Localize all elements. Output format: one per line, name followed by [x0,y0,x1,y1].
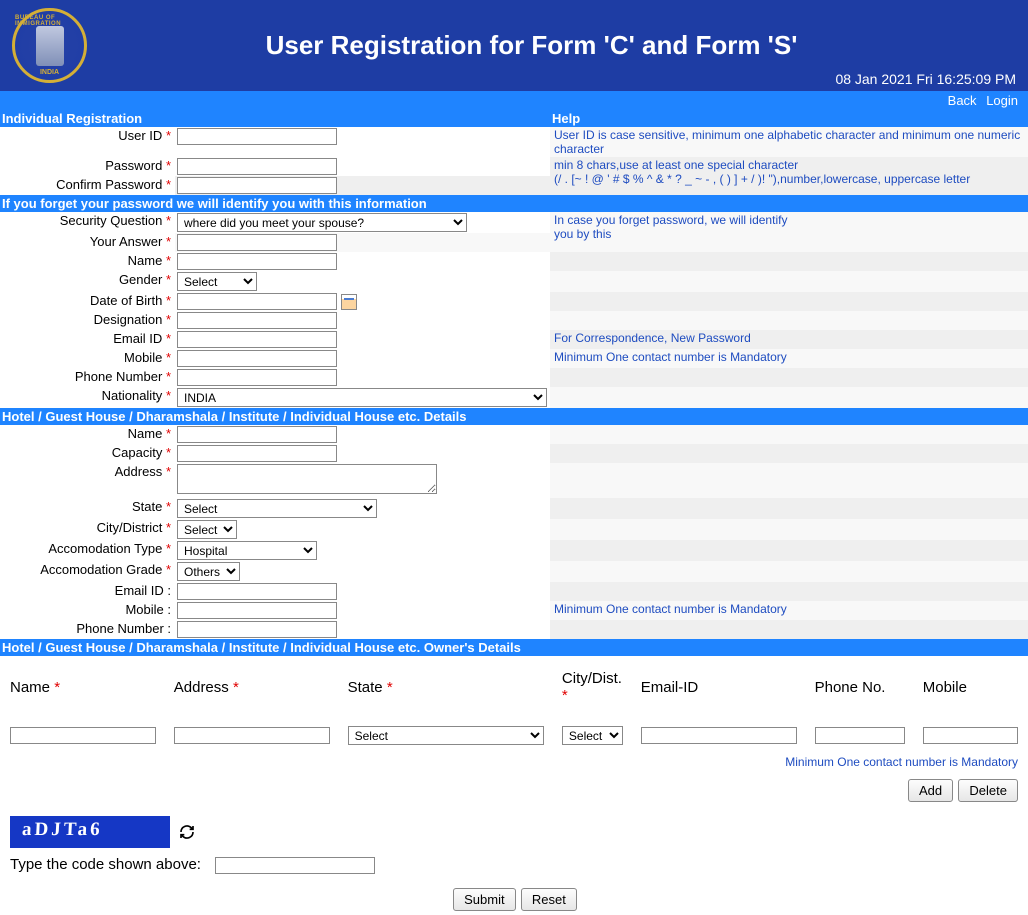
label-mobile: Mobile [124,350,162,365]
label-gender: Gender [119,272,162,287]
accomodation-grade-select[interactable]: Others [177,562,240,581]
capacity-input[interactable] [177,445,337,462]
label-hemail: Email ID : [115,583,171,598]
label-name: Name [128,253,163,268]
userid-input[interactable] [177,128,337,145]
owner-city-select[interactable]: Select [562,726,623,745]
captcha-text: aDJTa6 [21,819,103,841]
captcha-input[interactable] [215,857,375,874]
help-secq: In case you forget password, we will ide… [550,212,1028,252]
add-button[interactable]: Add [908,779,953,802]
help-hmobile: Minimum One contact number is Mandatory [550,601,1028,620]
label-acctype: Accomodation Type [48,541,162,556]
security-question-select[interactable]: where did you meet your spouse? [177,213,467,232]
label-phone: Phone Number [75,369,162,384]
nationality-select[interactable]: INDIA [177,388,547,407]
section-forgot: If you forget your password we will iden… [0,195,1028,212]
label-state: State [132,499,162,514]
emblem-text-bottom: INDIA [40,69,59,76]
city-select[interactable]: Select [177,520,237,539]
owner-th-mobile: Mobile [923,679,967,696]
label-email: Email ID [113,331,162,346]
owner-th-email: Email-ID [641,679,699,696]
emblem-pillar [36,26,64,66]
owner-phone-input[interactable] [815,727,905,744]
page-header: BUREAU OF IMMIGRATION INDIA User Registr… [0,0,1028,91]
form-individual: Individual Registration Help User ID * U… [0,110,1028,656]
owner-th-city: City/Dist. [562,670,622,687]
owner-th-address: Address [174,679,229,696]
section-help: Help [550,110,1028,127]
mobile-input[interactable] [177,350,337,367]
section-individual: Individual Registration [0,110,550,127]
label-password: Password [105,158,162,173]
label-answer: Your Answer [90,234,163,249]
label-confirm: Confirm Password [56,177,162,192]
calendar-icon[interactable] [341,294,357,310]
phone-input[interactable] [177,369,337,386]
label-hmobile: Mobile : [125,602,171,617]
hotel-phone-input[interactable] [177,621,337,638]
owner-th-name: Name [10,679,50,696]
owner-address-input[interactable] [174,727,330,744]
owner-buttons: Add Delete [0,775,1028,806]
submit-button[interactable]: Submit [453,888,515,911]
owner-table: Name * Address * State * City/Dist. * Em… [0,664,1028,749]
owner-th-phone: Phone No. [815,679,886,696]
emblem-logo: BUREAU OF IMMIGRATION INDIA [12,8,87,83]
label-dob: Date of Birth [90,293,162,308]
help-email: For Correspondence, New Password [550,330,1028,349]
answer-input[interactable] [177,234,337,251]
label-accgrade: Accomodation Grade [40,562,162,577]
timestamp: 08 Jan 2021 Fri 16:25:09 PM [835,71,1016,87]
breadcrumb: Back Login [0,91,1028,110]
label-userid: User ID [118,128,162,143]
label-address: Address [115,464,163,479]
help-password: min 8 chars,use at least one special cha… [550,157,1028,195]
label-secq: Security Question [60,213,163,228]
refresh-icon[interactable] [179,824,195,840]
owner-mobile-input[interactable] [923,727,1018,744]
label-hphone: Phone Number : [76,621,171,636]
designation-input[interactable] [177,312,337,329]
owner-email-input[interactable] [641,727,797,744]
hotel-name-input[interactable] [177,426,337,443]
help-userid: User ID is case sensitive, minimum one a… [550,127,1028,157]
accomodation-type-select[interactable]: Hospital [177,541,317,560]
password-input[interactable] [177,158,337,175]
email-input[interactable] [177,331,337,348]
hotel-mobile-input[interactable] [177,602,337,619]
reset-button[interactable]: Reset [521,888,577,911]
owner-contact-note: Minimum One contact number is Mandatory [0,749,1028,775]
owner-th-state: State [348,679,383,696]
section-hotel: Hotel / Guest House / Dharamshala / Inst… [0,408,1028,425]
captcha-label: Type the code shown above: [10,856,1018,874]
emblem-text-top: BUREAU OF IMMIGRATION [15,15,84,27]
confirm-password-input[interactable] [177,177,337,194]
name-input[interactable] [177,253,337,270]
hotel-email-input[interactable] [177,583,337,600]
state-select[interactable]: Select [177,499,377,518]
table-row: Select Select [2,724,1026,747]
section-owner: Hotel / Guest House / Dharamshala / Inst… [0,639,1028,656]
captcha-image: aDJTa6 [10,816,170,848]
gender-select[interactable]: Select [177,272,257,291]
back-link[interactable]: Back [948,93,977,108]
label-hname: Name [128,426,163,441]
owner-name-input[interactable] [10,727,156,744]
label-city: City/District [97,520,163,535]
delete-button[interactable]: Delete [958,779,1018,802]
captcha-block: aDJTa6 Type the code shown above: [0,806,1028,884]
page-title: User Registration for Form 'C' and Form … [47,30,1016,61]
help-mobile: Minimum One contact number is Mandatory [550,349,1028,368]
dob-input[interactable] [177,293,337,310]
label-designation: Designation [94,312,163,327]
submit-row: Submit Reset [0,884,1028,915]
owner-state-select[interactable]: Select [348,726,544,745]
label-nationality: Nationality [102,388,163,403]
address-input[interactable] [177,464,437,494]
label-capacity: Capacity [112,445,163,460]
login-link[interactable]: Login [986,93,1018,108]
